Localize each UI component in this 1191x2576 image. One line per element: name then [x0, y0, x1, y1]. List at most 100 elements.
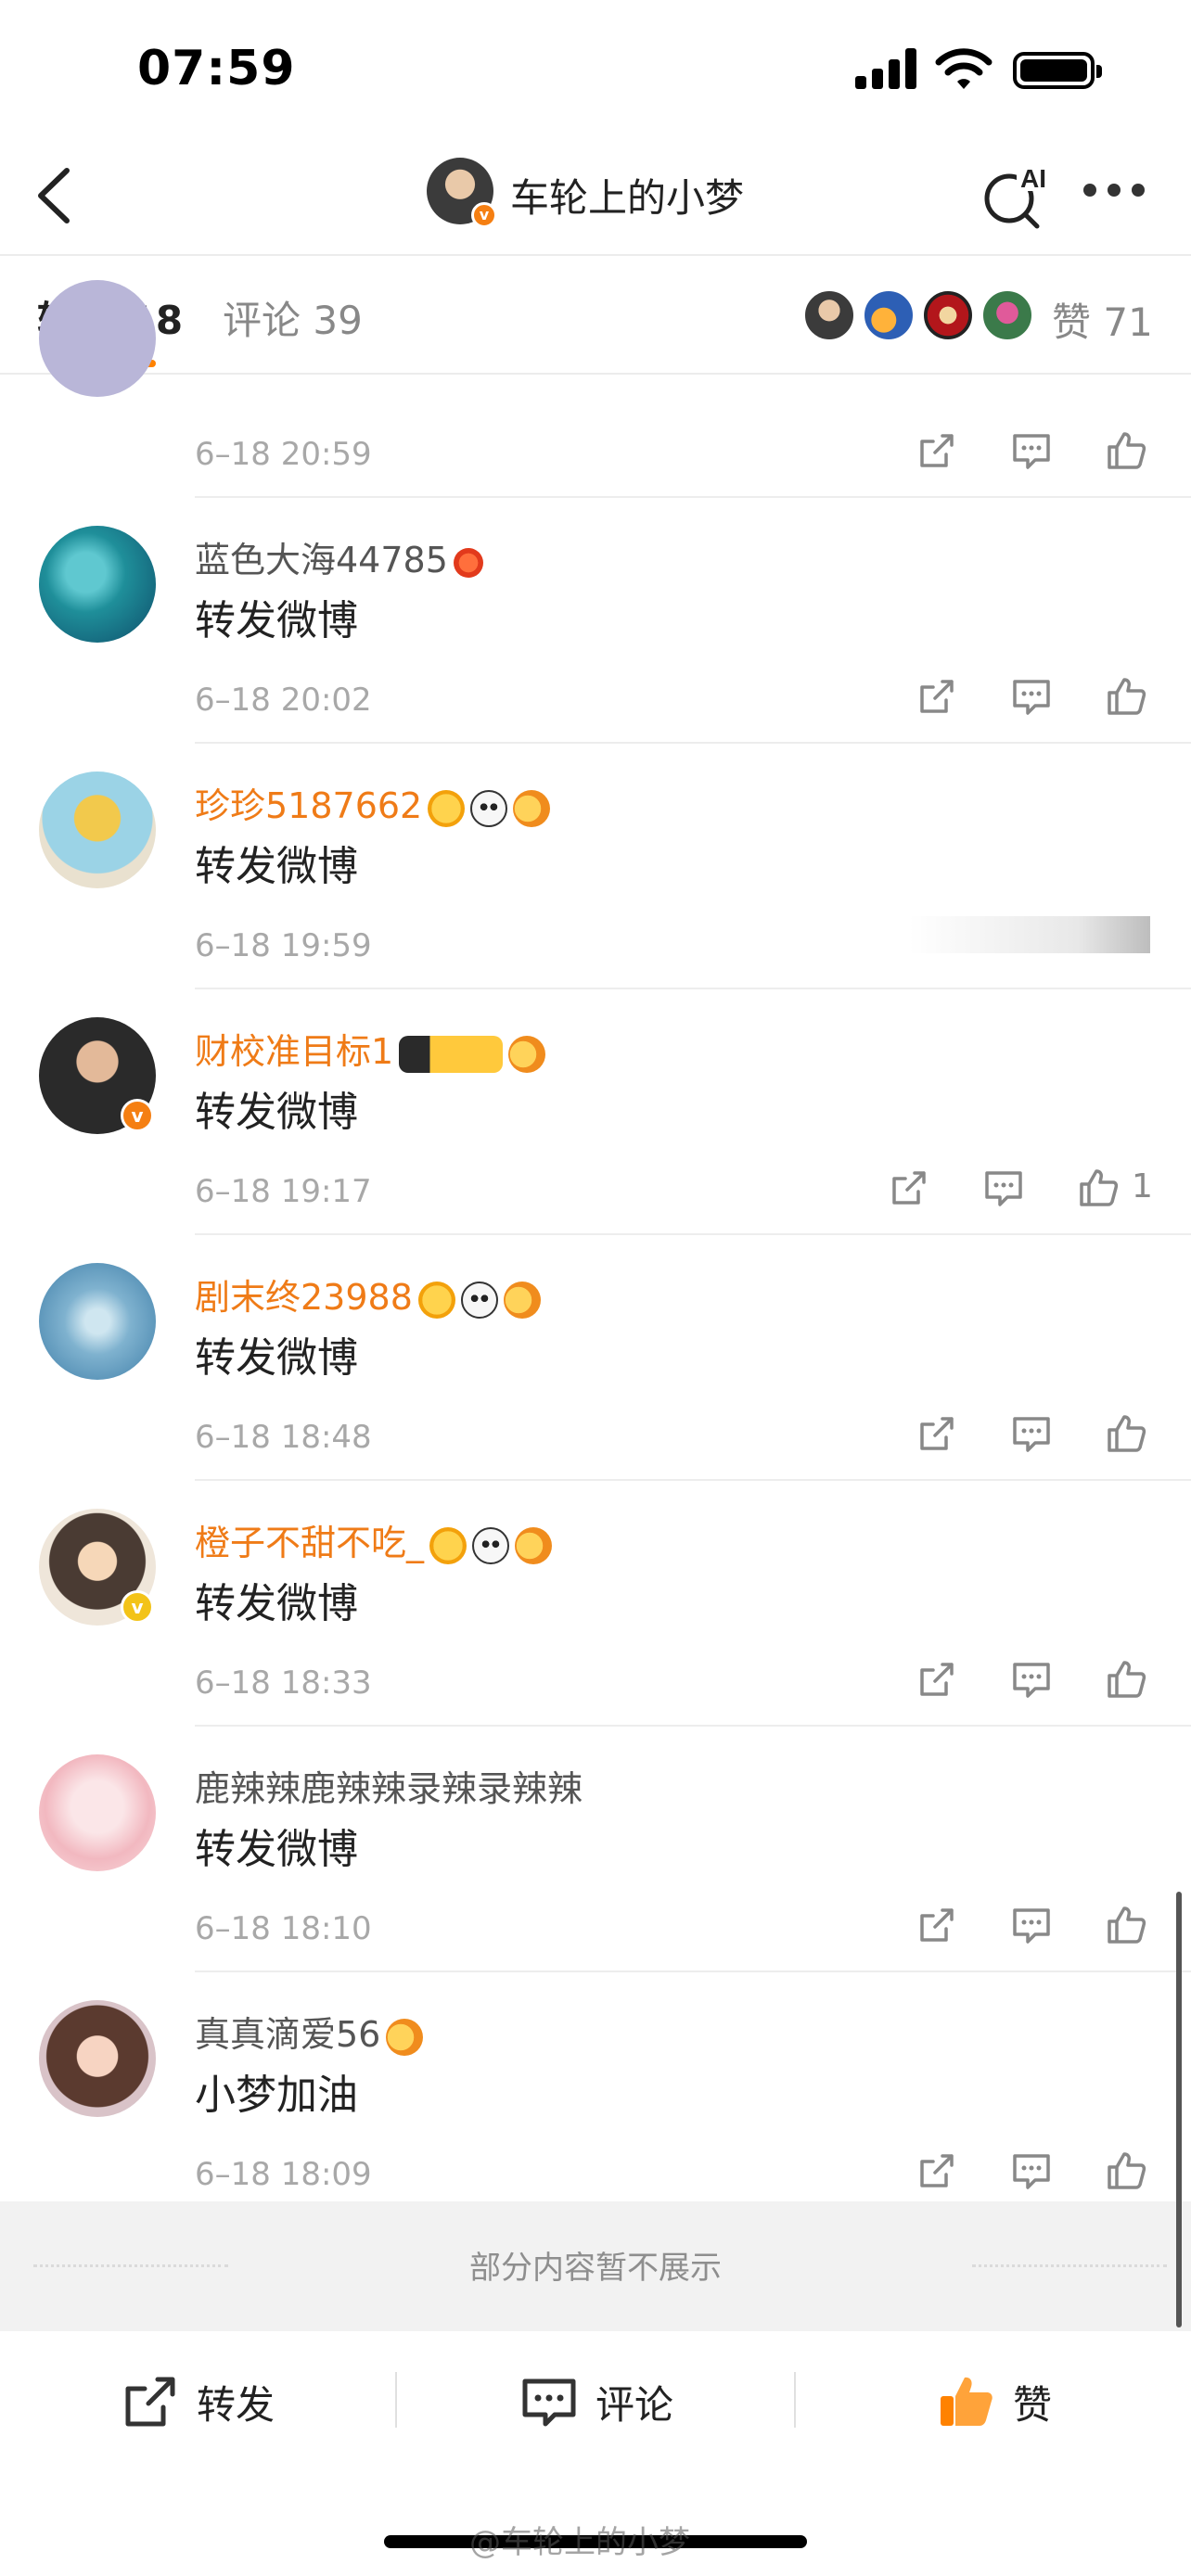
comment-icon[interactable]	[1009, 1903, 1054, 1947]
user-avatar[interactable]	[39, 2000, 156, 2117]
repost-date: 6–18 19:17	[195, 1173, 372, 1210]
share-icon[interactable]	[915, 2149, 959, 2193]
bar-separator	[395, 2372, 397, 2428]
fish-badge-icon	[503, 1281, 541, 1319]
verified-badge-icon: v	[121, 1590, 154, 1624]
repost-text: 转发微博	[195, 597, 358, 644]
list-item[interactable]: v 财校准目标1 转发微博 6–18 19:17 1	[0, 989, 1191, 1235]
comment-icon[interactable]	[981, 1166, 1026, 1210]
like-icon[interactable]	[1076, 1166, 1121, 1210]
like-icon[interactable]	[1104, 2149, 1148, 2193]
status-time: 07:59	[137, 41, 296, 96]
crown-badge-icon	[429, 1526, 467, 1564]
user-avatar[interactable]	[39, 772, 156, 888]
like-icon[interactable]	[1104, 1903, 1148, 1947]
panda-badge-icon	[470, 789, 508, 827]
scrollbar[interactable]	[1176, 1892, 1182, 2327]
more-options-icon[interactable]	[1083, 184, 1148, 198]
repost-date: 6–18 18:10	[195, 1910, 372, 1947]
user-avatar[interactable]	[39, 280, 156, 397]
repost-date: 6–18 20:02	[195, 682, 372, 719]
like-button[interactable]: 赞	[937, 2372, 1052, 2431]
share-icon[interactable]	[915, 428, 959, 473]
user-name[interactable]: 剧末终23988	[195, 1269, 541, 1320]
fish-badge-icon	[386, 2018, 424, 2056]
watermark: @车轮上的小梦	[469, 2524, 690, 2561]
status-bar: 07:59	[0, 0, 1191, 139]
back-arrow-icon[interactable]	[28, 163, 83, 228]
author-avatar[interactable]: v	[427, 158, 497, 228]
hidden-content-notice: 部分内容暂不展示	[0, 2201, 1191, 2331]
comment-button-label: 评论	[596, 2381, 674, 2428]
share-icon[interactable]	[915, 674, 959, 719]
author-name[interactable]: 车轮上的小梦	[510, 167, 744, 223]
repost-text: 转发微博	[195, 843, 358, 890]
user-name[interactable]: 蓝色大海44785	[195, 531, 483, 582]
comment-icon[interactable]	[1009, 1411, 1054, 1456]
list-item[interactable]: 鹿辣辣鹿辣辣录辣录辣辣 转发微博 6–18 18:10	[0, 1727, 1191, 1972]
user-avatar[interactable]	[39, 1263, 156, 1380]
repost-text: 转发微博	[195, 1826, 358, 1873]
repost-text: 转发微博	[195, 1580, 358, 1627]
like-icon[interactable]	[1104, 1657, 1148, 1702]
fish-badge-icon	[508, 1035, 546, 1073]
user-avatar[interactable]: v	[39, 1017, 156, 1134]
user-name-text: 珍珍5187662	[195, 785, 423, 826]
fish-badge-icon	[515, 1526, 553, 1564]
bottom-action-bar: 转发 评论 赞	[0, 2331, 1191, 2470]
ai-search-icon[interactable]: AI	[978, 158, 1052, 232]
repost-text: 转发微博	[195, 1089, 358, 1136]
user-name[interactable]: 珍珍5187662	[195, 777, 551, 828]
share-icon[interactable]	[887, 1166, 931, 1210]
user-name-text: 财校准目标1	[195, 1031, 394, 1072]
vip-level-badge-icon	[399, 1035, 504, 1073]
wifi-icon	[935, 48, 992, 89]
list-item[interactable]: 珍珍5187662 转发微博 6–18 19:59	[0, 744, 1191, 989]
user-name[interactable]: 鹿辣辣鹿辣辣录辣录辣辣	[195, 1760, 583, 1811]
like-icon[interactable]	[1104, 674, 1148, 719]
repost-date: 6–18 19:59	[195, 927, 372, 964]
comment-icon[interactable]	[1009, 674, 1054, 719]
user-name[interactable]: 财校准目标1	[195, 1023, 546, 1074]
list-item[interactable]: 剧末终23988 转发微博 6–18 18:48	[0, 1235, 1191, 1481]
comment-icon[interactable]	[1009, 428, 1054, 473]
nav-bar: v 车轮上的小梦 AI	[0, 139, 1191, 254]
verified-badge-icon: v	[121, 1099, 154, 1132]
crown-badge-icon	[417, 1281, 455, 1319]
repost-date: 6–18 20:59	[195, 436, 372, 473]
repost-date: 6–18 18:09	[195, 2156, 372, 2193]
user-name-text: 橙子不甜不吃_	[195, 1523, 425, 1563]
repost-icon	[125, 2377, 175, 2427]
like-icon[interactable]	[1104, 1411, 1148, 1456]
repost-date: 6–18 18:33	[195, 1664, 372, 1702]
blurred-actions	[909, 916, 1150, 953]
repost-text: 小梦加油	[195, 2072, 358, 2119]
svg-text:AI: AI	[1020, 164, 1046, 193]
comment-icon[interactable]	[1009, 1657, 1054, 1702]
user-name-text: 蓝色大海44785	[195, 540, 448, 580]
share-icon[interactable]	[915, 1411, 959, 1456]
share-icon[interactable]	[915, 1903, 959, 1947]
list-item[interactable]: 蓝色大海44785 转发微博 6–18 20:02	[0, 498, 1191, 744]
comment-icon[interactable]	[1009, 2149, 1054, 2193]
user-name[interactable]: 橙子不甜不吃_	[195, 1514, 553, 1565]
like-button-label: 赞	[1013, 2381, 1053, 2428]
liked-thumb-icon	[941, 2377, 992, 2426]
like-icon[interactable]	[1104, 428, 1148, 473]
repost-text: 转发微博	[195, 1334, 358, 1382]
user-avatar[interactable]	[39, 526, 156, 643]
user-avatar[interactable]	[39, 1754, 156, 1871]
cellular-signal-icon	[855, 48, 918, 89]
repost-button[interactable]: 转发	[121, 2372, 275, 2431]
verified-badge-icon: v	[471, 202, 497, 228]
list-item[interactable]: v 橙子不甜不吃_ 转发微博 6–18 18:33	[0, 1481, 1191, 1727]
list-item[interactable]: 6–18 20:59	[0, 252, 1191, 498]
share-icon[interactable]	[915, 1657, 959, 1702]
list-item[interactable]: 真真滴爱56 小梦加油 6–18 18:09	[0, 1972, 1191, 2218]
user-name-text: 真真滴爱56	[195, 2014, 381, 2055]
user-avatar[interactable]: v	[39, 1509, 156, 1626]
comment-button[interactable]: 评论	[519, 2372, 673, 2431]
user-name[interactable]: 真真滴爱56	[195, 2006, 424, 2057]
crown-badge-icon	[428, 789, 466, 827]
repost-button-label: 转发	[197, 2381, 275, 2428]
